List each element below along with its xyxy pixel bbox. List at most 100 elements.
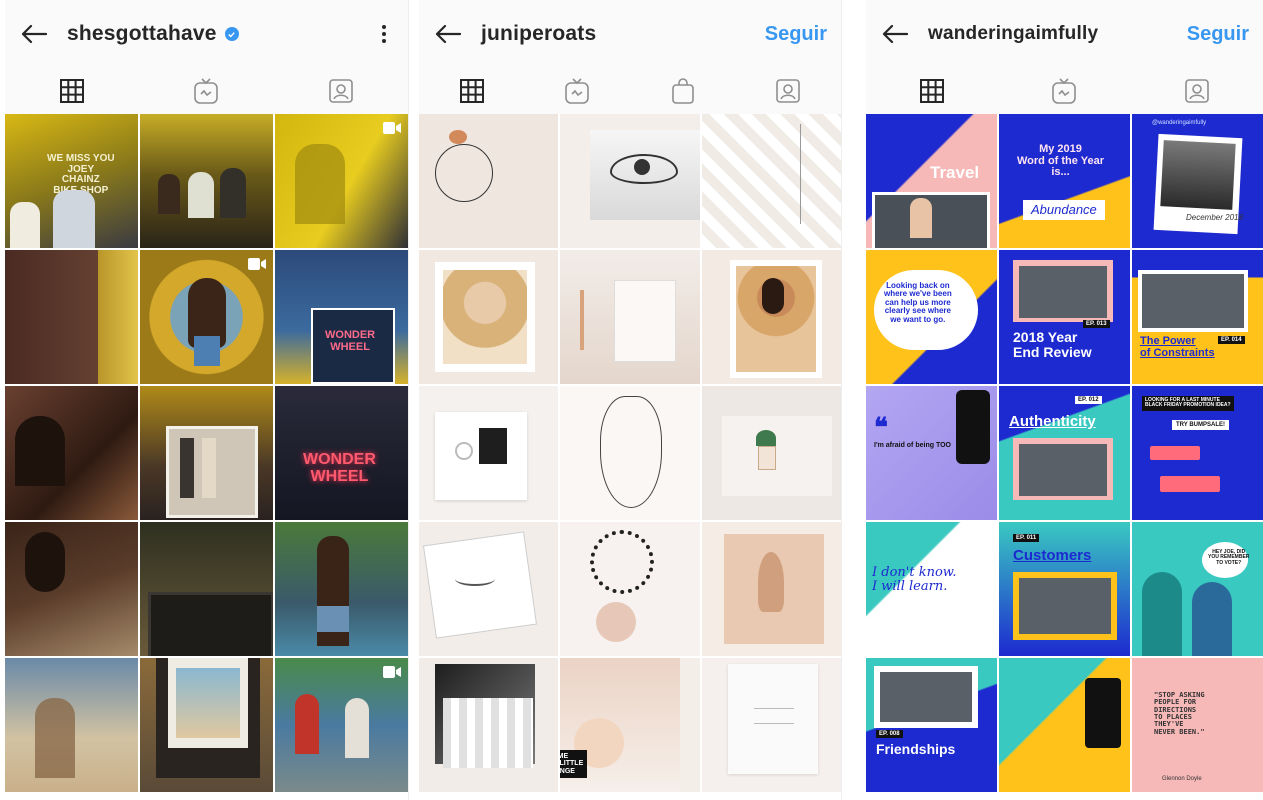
post-tile[interactable]: "STOP ASKING PEOPLE FOR DIRECTIONS TO PL… (1132, 658, 1263, 792)
video-icon (382, 664, 402, 680)
post-caption: WONDER WHEEL (325, 329, 376, 353)
tab-igtv[interactable] (189, 74, 223, 108)
post-tile[interactable]: WE MISS YOU JOEY CHAINZ BIKE SHOP (5, 114, 138, 248)
post-caption: I don't know. I will learn. (872, 565, 957, 594)
more-options-icon[interactable] (374, 19, 394, 49)
profile-tabs (5, 68, 408, 114)
post-tile[interactable]: TIME FOR A LITTLE CHANGE (560, 658, 700, 792)
post-caption: EP. 012 (1075, 396, 1102, 405)
post-tile[interactable] (419, 522, 559, 656)
post-tile[interactable] (560, 386, 700, 520)
post-tile[interactable]: ❝ I'm afraid of being TOO (866, 386, 997, 520)
post-tile[interactable]: EP. 013 2018 Year End Review (999, 250, 1130, 384)
post-tile[interactable] (140, 114, 273, 248)
profile-screen-wanderingaimfully: wanderingaimfully Seguir Travel My 2019 … (866, 0, 1263, 800)
post-caption: HEY JOE, DID YOU REMEMBER TO VOTE? (1208, 549, 1250, 566)
post-tile[interactable]: My 2019 Word of the Year is... Abundance (999, 114, 1130, 248)
post-tile[interactable] (5, 658, 138, 792)
post-caption: Customers (1013, 547, 1092, 564)
post-tile[interactable]: Travel (866, 114, 997, 248)
post-caption: TIME FOR A LITTLE CHANGE (560, 750, 588, 779)
tagged-icon (776, 79, 801, 103)
post-caption: ❝ (874, 412, 888, 442)
post-caption: I'm afraid of being TOO (874, 442, 951, 449)
post-tile[interactable] (140, 658, 273, 792)
post-caption: Looking back on where we've been can hel… (884, 281, 952, 324)
post-tile[interactable] (560, 522, 700, 656)
username-text: shesgottahave (67, 22, 217, 45)
follow-button[interactable]: Seguir (1187, 23, 1249, 46)
tab-tagged[interactable] (1180, 74, 1214, 108)
post-tile[interactable] (701, 386, 841, 520)
post-tile[interactable] (560, 114, 700, 248)
post-caption: TRY BUMPSALE! (1172, 420, 1230, 431)
post-caption: December 2018 (1186, 213, 1243, 222)
post-tile[interactable] (701, 658, 841, 792)
post-tile[interactable] (701, 114, 841, 248)
tab-igtv[interactable] (560, 74, 594, 108)
post-tile[interactable]: Looking back on where we've been can hel… (866, 250, 997, 384)
post-caption: Friendships (876, 741, 956, 757)
verified-badge-icon (224, 27, 239, 41)
post-tile[interactable]: @wanderingaimfully December 2018 (1132, 114, 1263, 248)
post-caption: @wanderingaimfully (1152, 120, 1207, 126)
post-tile[interactable] (419, 114, 559, 248)
post-tile[interactable] (140, 522, 273, 656)
post-tile[interactable] (999, 658, 1130, 792)
post-grid: Travel My 2019 Word of the Year is... Ab… (866, 114, 1263, 800)
post-tile[interactable]: LOOKING FOR A LAST MINUTE BLACK FRIDAY P… (1132, 386, 1263, 520)
tab-grid[interactable] (455, 74, 489, 108)
post-tile[interactable] (5, 386, 138, 520)
post-tile[interactable] (140, 386, 273, 520)
post-tile[interactable]: EP. 012 Authenticity (999, 386, 1130, 520)
post-tile[interactable]: EP. 014 The Power of Constraints (1132, 250, 1263, 384)
follow-button[interactable]: Seguir (765, 23, 827, 46)
post-tile[interactable]: I don't know. I will learn. (866, 522, 997, 656)
post-caption: Travel (930, 163, 980, 182)
tab-grid[interactable] (915, 74, 949, 108)
post-caption: WONDER WHEEL (303, 451, 376, 485)
post-tile[interactable] (5, 522, 138, 656)
post-grid: WE MISS YOU JOEY CHAINZ BIKE SHOP WONDER… (5, 114, 408, 800)
tagged-icon (329, 79, 353, 103)
tab-igtv[interactable] (1047, 74, 1081, 108)
post-tile[interactable] (560, 250, 700, 384)
top-bar: shesgottahave (5, 0, 408, 68)
tab-tagged[interactable] (771, 74, 805, 108)
post-tile[interactable] (275, 522, 408, 656)
post-tile[interactable] (275, 658, 408, 792)
grid-icon (459, 79, 484, 103)
tab-tagged[interactable] (324, 74, 358, 108)
post-tile[interactable] (275, 114, 408, 248)
profile-screen-shesgottahave: shesgottahave WE MISS YOU JOEY CHAINZ BI… (5, 0, 409, 800)
post-caption: EP. 008 (876, 730, 903, 739)
post-tile[interactable]: WONDER WHEEL (275, 386, 408, 520)
profile-username: wanderingaimfully (928, 23, 1187, 45)
post-caption: EP. 013 (1083, 320, 1110, 329)
post-tile[interactable] (140, 250, 273, 384)
post-tile[interactable] (701, 250, 841, 384)
back-arrow-icon[interactable] (880, 19, 910, 49)
back-arrow-icon[interactable] (433, 19, 463, 49)
post-tile[interactable] (701, 522, 841, 656)
video-icon (382, 120, 402, 136)
top-bar: juniperoats Seguir (419, 0, 841, 68)
tagged-icon (1185, 79, 1209, 103)
post-tile[interactable] (419, 250, 559, 384)
post-tile[interactable] (5, 250, 138, 384)
post-tile[interactable]: EP. 011 Customers (999, 522, 1130, 656)
post-caption: LOOKING FOR A LAST MINUTE BLACK FRIDAY P… (1142, 396, 1234, 411)
post-tile[interactable] (419, 386, 559, 520)
post-tile[interactable]: WONDER WHEEL (275, 250, 408, 384)
shopping-bag-icon (671, 78, 694, 104)
post-caption: "STOP ASKING PEOPLE FOR DIRECTIONS TO PL… (1154, 691, 1205, 736)
post-tile[interactable]: EP. 008 Friendships (866, 658, 997, 792)
profile-username: shesgottahave (67, 22, 374, 46)
tab-grid[interactable] (55, 74, 89, 108)
post-tile[interactable]: HEY JOE, DID YOU REMEMBER TO VOTE? (1132, 522, 1263, 656)
post-tile[interactable] (419, 658, 559, 792)
tab-shop[interactable] (666, 74, 700, 108)
username-text: juniperoats (481, 22, 597, 45)
post-caption: EP. 014 (1218, 336, 1245, 345)
back-arrow-icon[interactable] (19, 19, 49, 49)
